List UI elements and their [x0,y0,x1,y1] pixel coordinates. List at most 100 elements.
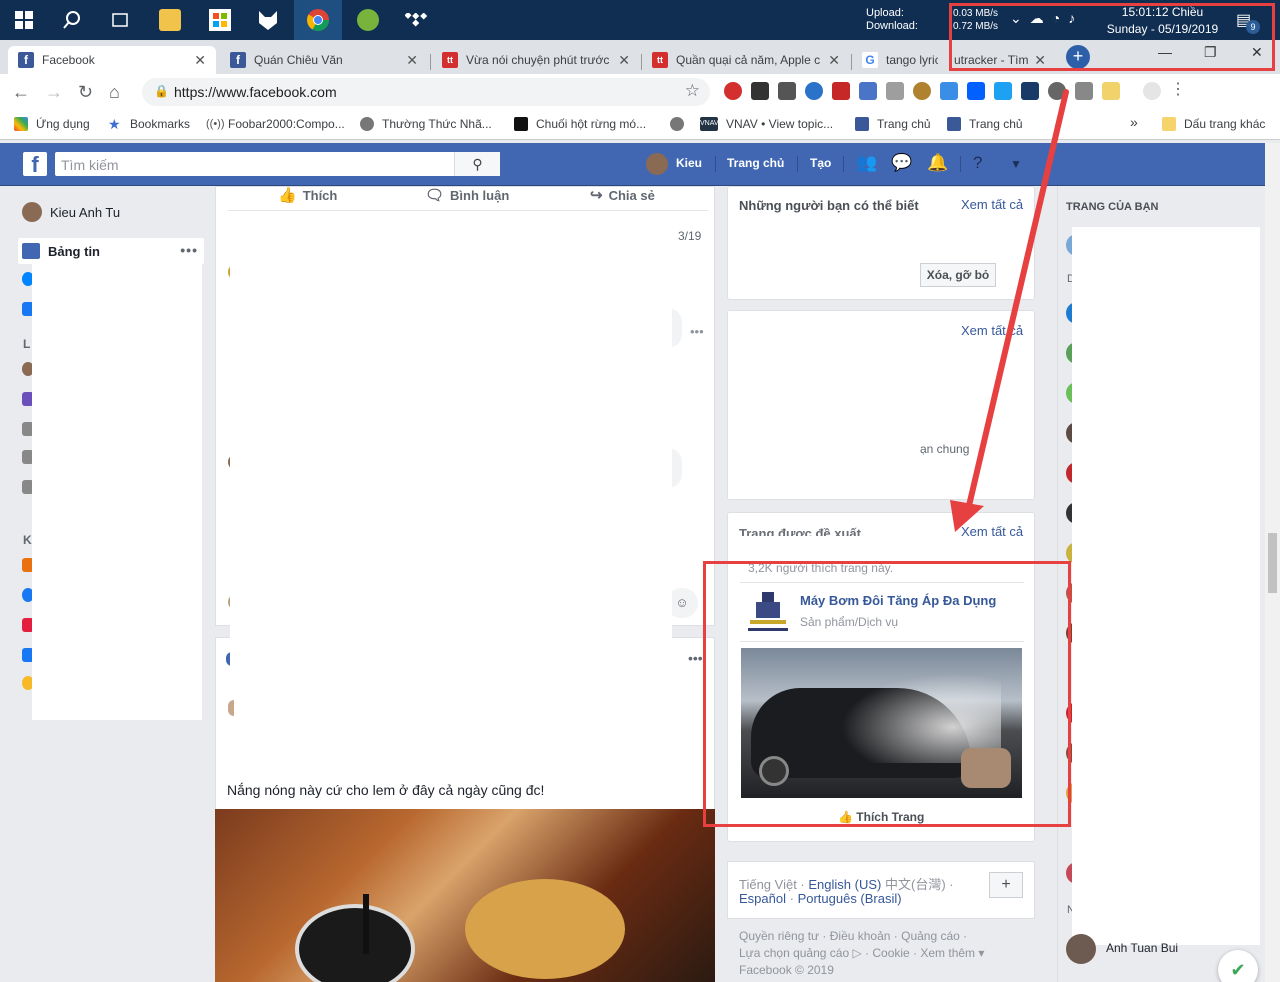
extension-icon[interactable] [994,82,1012,100]
footer-links[interactable]: Quyền riêng tư · Điều khoản · Quảng cáo … [739,929,967,943]
shield-check-icon[interactable]: ✔ [1218,950,1258,982]
j-extension-icon[interactable] [1021,82,1039,100]
cookie-extension-icon[interactable] [913,82,931,100]
mutual-friends-text: ạn chung [920,442,970,456]
search-icon[interactable] [48,0,96,40]
facebook-logo-icon[interactable]: f [23,152,47,177]
bookmark-other[interactable]: Dấu trang khác [1162,117,1265,131]
task-view-icon[interactable] [96,0,144,40]
back-icon[interactable]: ← [12,82,30,103]
dropbox-extension-icon[interactable] [967,82,985,100]
bookmark-thuong-thuc[interactable]: Thường Thức Nhã... [360,117,492,131]
close-icon[interactable]: ✕ [406,52,418,69]
more-options-icon[interactable]: ••• [690,324,704,339]
page-scrollbar[interactable] [1265,143,1280,982]
qr-code-extension-icon[interactable] [751,82,769,100]
comment-button[interactable]: 🗨 Bình luận [425,186,509,204]
tidal-app-icon[interactable] [392,0,440,40]
bookmarks-overflow-button[interactable]: » [1130,114,1138,130]
remove-button[interactable]: Xóa, gỡ bỏ [920,263,996,287]
bookmark-star-icon[interactable]: ☆ [685,81,700,101]
pinterest-extension-icon[interactable] [1048,82,1066,100]
see-all-link[interactable]: Xem tất cả [961,197,1023,212]
like-button[interactable]: 👍 Thích [278,186,337,204]
annotation-box-tray [949,3,1275,71]
language-link[interactable]: Español [739,891,786,906]
forward-icon[interactable]: → [45,82,63,103]
tab-tinhte-1[interactable]: tt Vừa nói chuyện phút trước ✕ [432,46,640,74]
upload-label: Upload: [866,7,904,19]
reload-icon[interactable]: ↻ [78,82,93,103]
bookmark-foobar[interactable]: ((•)) Foobar2000:Compo... [206,117,345,131]
lock-icon[interactable]: 🔒 [154,84,169,98]
chevron-down-icon[interactable]: ▼ [1010,157,1022,171]
store-icon[interactable] [196,0,244,40]
video-extension-icon[interactable] [832,82,850,100]
notes-extension-icon[interactable] [1102,82,1120,100]
bookmark-trang-chu-2[interactable]: Trang chủ [947,117,1023,131]
utorrent-app-icon[interactable] [344,0,392,40]
sidebar-item-news-feed[interactable]: Bảng tin ••• [18,238,204,264]
comment-label: Bình luận [450,187,510,203]
bookmark-globe[interactable] [670,117,692,131]
profile-link[interactable]: Kieu [676,156,702,170]
footer-links[interactable]: Lựa chọn quảng cáo ▷ · Cookie · Xem thêm… [739,946,984,960]
profile-avatar[interactable] [1143,82,1161,100]
bookmark-vnav[interactable]: VNAV VNAV • View topic... [700,117,833,131]
scrollbar-thumb[interactable] [1268,533,1277,593]
contact-name[interactable]: Anh Tuan Bui [1106,941,1178,955]
translate-extension-icon[interactable] [940,82,958,100]
address-bar[interactable]: 🔒 https://www.facebook.com ☆ [142,78,710,106]
home-icon[interactable]: ⌂ [109,82,120,103]
add-language-button[interactable]: + [989,872,1023,898]
more-options-icon[interactable]: ••• [688,650,703,666]
language-link[interactable]: 中文(台灣) · [885,877,954,892]
post-photo[interactable] [215,809,715,982]
bookmark-trang-chu-1[interactable]: Trang chủ [855,117,931,131]
tab-google-search[interactable]: G tango lyrico [852,46,948,74]
tab-facebook[interactable]: f Facebook ✕ [8,46,216,74]
bookmark-bookmarks[interactable]: ★ Bookmarks [108,117,190,131]
fb-search-box[interactable]: Tìm kiếm ⚲ [55,152,500,176]
tab-tinhte-2[interactable]: tt Quần quại cả năm, Apple c ✕ [642,46,850,74]
shield-extension-icon[interactable] [859,82,877,100]
avatar[interactable] [1066,934,1096,964]
messenger-icon[interactable]: 💬 [891,153,912,173]
home-link[interactable]: Trang chủ [727,156,784,170]
sidebar-item-label: Bảng tin [48,243,100,259]
friend-requests-icon[interactable]: 👥 [856,153,877,173]
file-explorer-icon[interactable] [146,0,194,40]
chrome-app-icon[interactable] [294,0,342,40]
menu-dots-icon[interactable]: ⋮ [1170,82,1186,100]
close-icon[interactable]: ✕ [618,52,630,69]
drive-extension-icon[interactable] [1075,82,1093,100]
privacy-extension-icon[interactable] [886,82,904,100]
post-date: 3/19 [678,229,702,243]
language-link[interactable]: Português (Brasil) [798,891,902,906]
post-header-blank [230,637,672,727]
windows-start-icon[interactable] [0,0,48,40]
help-icon[interactable]: ? [973,153,982,173]
language-link[interactable]: English (US) [808,877,881,892]
tab-quan-chieu-van[interactable]: f Quán Chiêu Văn ✕ [220,46,428,74]
bookmark-chuoi-hot[interactable]: Chuối hột rừng mó... [514,117,646,131]
create-link[interactable]: Tạo [810,156,831,170]
url-text[interactable]: https://www.facebook.com [174,84,337,100]
left-nav-profile[interactable]: Kieu Anh Tu [22,202,120,222]
close-icon[interactable]: ✕ [194,52,206,69]
search-input[interactable]: Tìm kiếm [61,157,119,173]
eagle-extension-icon[interactable] [778,82,796,100]
bookmark-apps[interactable]: Ứng dụng [14,117,90,131]
more-options-icon[interactable]: ••• [180,242,198,258]
foobar-app-icon[interactable] [244,0,292,40]
profile-name: Kieu Anh Tu [50,204,121,220]
share-button[interactable]: ↪ Chia sẻ [590,186,655,204]
notifications-bell-icon[interactable]: 🔔 [927,153,948,173]
see-all-link[interactable]: Xem tất cả [961,323,1023,338]
avatar[interactable] [646,153,668,175]
close-icon[interactable]: ✕ [828,52,840,69]
see-all-link[interactable]: Xem tất cả [961,524,1023,539]
snowflake-extension-icon[interactable] [805,82,823,100]
opera-extension-icon[interactable] [724,82,742,100]
search-icon[interactable]: ⚲ [454,152,500,176]
